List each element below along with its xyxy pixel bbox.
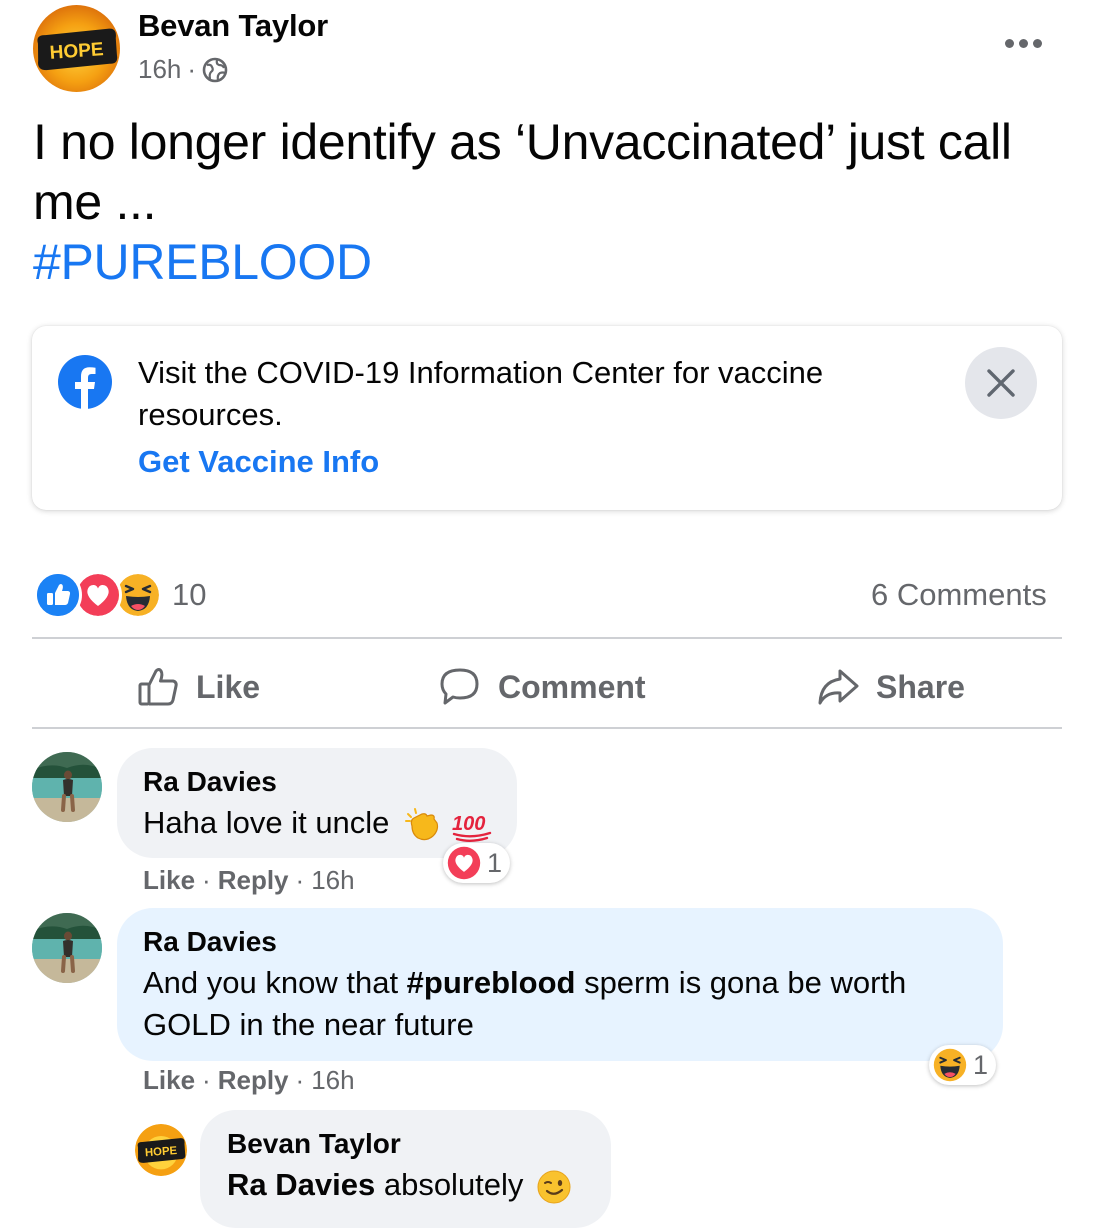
post-text: I no longer identify as ‘Unvaccinated’ j… [33,114,1012,230]
like-button[interactable]: Like [136,660,260,714]
comment-text-body: And you know that [143,965,407,1000]
comment-like-link[interactable]: Like [143,865,195,896]
author-avatar[interactable]: HOPE [33,5,120,92]
more-dots-icon [1004,38,1014,48]
reply-text-body: absolutely [375,1167,524,1202]
close-icon [987,369,1015,397]
haha-reaction-icon [933,1048,967,1082]
comment-bubble-icon [440,668,479,705]
comment-reaction-badge[interactable]: 1 [443,843,511,883]
post-time[interactable]: 16h [138,54,181,85]
thumbs-up-icon [138,668,178,706]
reply-text: Ra Davies absolutely [227,1164,572,1206]
commenter-avatar[interactable] [32,752,102,822]
comment-time[interactable]: 16h [311,865,354,896]
hundred-points-emoji: 100 [452,813,491,842]
globe-icon[interactable] [202,57,228,83]
reaction-count[interactable]: 10 [172,577,206,613]
svg-text:HOPE: HOPE [49,39,104,64]
comment-reaction-badge[interactable]: 1 [929,1045,997,1085]
comment-button-label: Comment [498,668,646,705]
reaction-icons[interactable] [34,571,164,619]
share-button[interactable]: Share [816,660,965,714]
divider [32,727,1062,729]
comment-reaction-count: 1 [487,847,503,878]
close-card-button[interactable] [965,347,1037,419]
commenter-avatar[interactable] [32,913,102,983]
share-arrow-icon [818,669,859,705]
get-vaccine-info-link[interactable]: Get Vaccine Info [138,444,379,480]
comment-reply-link[interactable]: Reply [218,1065,289,1096]
comments-count-link[interactable]: 6 Comments [871,577,1047,613]
more-options-button[interactable] [998,26,1048,60]
comment-button[interactable]: Comment [438,660,646,714]
author-name[interactable]: Bevan Taylor [138,8,328,44]
comment-reaction-count: 1 [973,1049,989,1080]
like-button-label: Like [196,668,261,705]
facebook-logo-icon [58,355,112,409]
clapping-hands-emoji [405,807,439,841]
comment-reply-link[interactable]: Reply [218,865,289,896]
comment-like-link[interactable]: Like [143,1065,195,1096]
reply-author[interactable]: Bevan Taylor [227,1128,401,1160]
comment-text: Haha love it uncle 100 [143,802,493,844]
comment-hashtag-link[interactable]: #pureblood [407,965,576,1000]
comment-actions: Like · Reply · 16h [143,865,355,896]
reply-mention-link[interactable]: Ra Davies [227,1167,375,1202]
comment-author[interactable]: Ra Davies [143,766,277,798]
divider [32,637,1062,639]
winking-face-emoji [537,1170,571,1204]
post-meta: 16h · [138,54,228,85]
covid-info-text: Visit the COVID-19 Information Center fo… [138,355,824,432]
share-button-label: Share [876,668,965,705]
comment-text: And you know that #pureblood sperm is go… [143,962,983,1046]
svg-text:100: 100 [452,813,485,835]
like-reaction-icon [34,571,82,619]
comment-actions: Like · Reply · 16h [143,1065,355,1096]
comment-time[interactable]: 16h [311,1065,354,1096]
love-reaction-icon [447,846,481,880]
comment-author[interactable]: Ra Davies [143,926,277,958]
comment-text-body: Haha love it uncle [143,805,390,840]
reply-author-avatar[interactable]: HOPE [135,1124,187,1176]
meta-separator: · [187,54,197,84]
svg-text:HOPE: HOPE [145,1145,178,1159]
post-hashtag-link[interactable]: #PUREBLOOD [33,232,372,292]
